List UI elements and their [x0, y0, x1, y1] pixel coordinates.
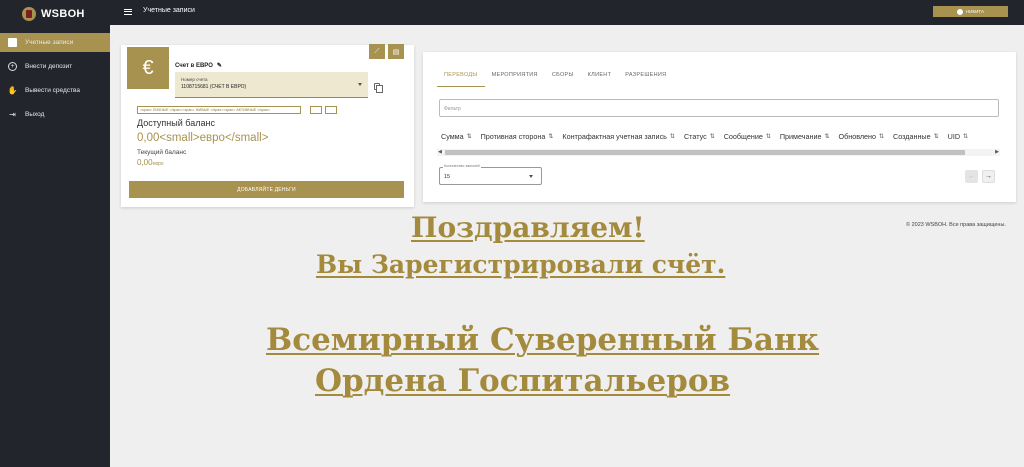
sidebar: WSBOH Учетные записи + Внести депозит ✋ …	[0, 0, 110, 467]
current-balance-label: Текущий баланс	[137, 149, 187, 156]
chevron-down-icon	[358, 83, 362, 86]
transactions-panel: ПЕРЕВОДЫ МЕРОПРИЯТИЯ СБОРЫ КЛИЕНТ РАЗРЕШ…	[423, 52, 1016, 202]
user-menu-button[interactable]: НИКИТА	[933, 6, 1008, 17]
congrats-heading: Поздравляем!	[411, 211, 645, 244]
crest-icon	[22, 7, 36, 21]
previous-page-button[interactable]: ←	[965, 170, 978, 183]
logo[interactable]: WSBOH	[0, 0, 110, 28]
column-header-status[interactable]: Статус ⇅	[684, 132, 715, 141]
sidebar-item-accounts[interactable]: Учетные записи	[0, 33, 110, 52]
account-tags: <span> ЛИЧНЫЕ </span><span> ЖИВЫЕ </span…	[137, 106, 301, 114]
tab-fees[interactable]: СБОРЫ	[545, 70, 581, 87]
sort-icon: ⇅	[933, 134, 939, 140]
sort-icon: ⇅	[765, 134, 771, 140]
column-header-note[interactable]: Примечание ⇅	[780, 132, 830, 141]
copy-icon[interactable]	[374, 83, 383, 93]
id-card-icon	[8, 38, 17, 47]
account-title: Счет в ЕВРО ✎	[175, 62, 222, 69]
trend-icon: ⟋	[374, 47, 380, 55]
column-label: Контрафактная учетная запись	[562, 132, 667, 141]
sidebar-item-logout[interactable]: ⇥ Выход	[0, 104, 110, 124]
bank-name-line2: Ордена Госпитальеров	[315, 363, 731, 399]
column-header-amount[interactable]: Сумма ⇅	[441, 132, 472, 141]
footer-copyright: © 2023 WSBOH. Все права защищены.	[906, 222, 1006, 228]
filter-input[interactable]: Фильтр	[439, 99, 999, 117]
page-size-label: Количество записей	[443, 164, 481, 168]
plus-circle-icon: +	[8, 61, 17, 71]
euro-icon: €	[127, 47, 169, 89]
registered-heading: Вы Зарегистрировали счёт.	[316, 250, 726, 279]
column-label: Статус	[683, 132, 707, 141]
next-page-button[interactable]: →	[982, 170, 995, 183]
arrow-left-icon: ←	[968, 173, 975, 180]
statement-button[interactable]: ▤	[388, 44, 404, 59]
sidebar-item-label: Вывести средства	[25, 86, 81, 94]
sidebar-item-label: Выход	[25, 110, 45, 118]
menu-icon[interactable]	[124, 9, 132, 15]
sort-icon: ⇅	[669, 134, 675, 140]
bank-name-line1: Всемирный Суверенный Банк	[266, 322, 820, 358]
tab-client[interactable]: КЛИЕНТ	[581, 70, 619, 87]
horizontal-scrollbar[interactable]: ◀ ▶	[437, 149, 1000, 156]
sidebar-item-withdraw[interactable]: ✋ Вывести средства	[0, 80, 110, 100]
add-money-button[interactable]: ДОБАВЛЯЙТЕ ДЕНЬГИ	[129, 181, 404, 198]
column-header-counterparty[interactable]: Противная сторона ⇅	[481, 132, 554, 141]
account-number-label: Номер счета	[181, 77, 208, 82]
current-balance-amount: 0,00	[137, 158, 153, 167]
sort-icon: ⇅	[548, 134, 554, 140]
user-icon	[957, 8, 964, 15]
account-title-text: Счет в ЕВРО	[175, 63, 213, 69]
document-icon: ▤	[392, 48, 400, 56]
tab-bar: ПЕРЕВОДЫ МЕРОПРИЯТИЯ СБОРЫ КЛИЕНТ РАЗРЕШ…	[437, 70, 673, 87]
user-name: НИКИТА	[966, 9, 984, 14]
sidebar-item-deposit[interactable]: + Внести депозит	[0, 56, 110, 76]
logout-icon: ⇥	[9, 109, 16, 119]
sidebar-item-label: Внести депозит	[25, 62, 73, 70]
column-header-message[interactable]: Сообщение ⇅	[724, 132, 771, 141]
column-label: Сумма	[441, 132, 464, 141]
scroll-left-icon[interactable]: ◀	[438, 149, 442, 156]
sort-icon: ⇅	[466, 134, 472, 140]
column-label: Сообщение	[723, 132, 763, 141]
tag-toggle-2[interactable]	[325, 106, 337, 114]
column-label: Примечание	[779, 132, 822, 141]
column-label: Обновлено	[838, 132, 877, 141]
pencil-icon[interactable]: ✎	[217, 63, 222, 69]
current-balance-value: 0,00евро	[137, 158, 164, 167]
sort-icon: ⇅	[879, 134, 885, 140]
tab-transfers[interactable]: ПЕРЕВОДЫ	[437, 70, 485, 87]
page-title: Учетные записи	[143, 7, 195, 14]
chevron-down-icon	[529, 175, 533, 178]
account-number-value: 1108715681 (СЧЕТ В ЕВРО)	[181, 84, 247, 90]
scroll-right-icon[interactable]: ▶	[995, 149, 999, 156]
column-header-counter-account[interactable]: Контрафактная учетная запись ⇅	[562, 132, 675, 141]
sidebar-item-label: Учетные записи	[25, 39, 74, 46]
chart-button[interactable]: ⟋	[369, 44, 385, 59]
sort-icon: ⇅	[709, 134, 715, 140]
column-label: Противная сторона	[480, 132, 546, 141]
page-size-select[interactable]: Количество записей 15	[439, 164, 542, 185]
available-balance-value: 0,00<small>евро</small>	[137, 132, 269, 144]
topbar: Учетные записи НИКИТА	[110, 0, 1024, 25]
sort-icon: ⇅	[824, 134, 830, 140]
tag-toggle-1[interactable]	[310, 106, 322, 114]
current-balance-unit: евро	[152, 161, 164, 167]
account-number-select[interactable]: Номер счета 1108715681 (СЧЕТ В ЕВРО)	[175, 72, 368, 98]
column-label: Созданные	[893, 132, 931, 141]
tab-permissions[interactable]: РАЗРЕШЕНИЯ	[618, 70, 673, 87]
scrollbar-thumb[interactable]	[445, 150, 965, 155]
page-size-value: 15	[444, 174, 451, 180]
column-label: UID	[947, 132, 961, 141]
column-header-uid[interactable]: UID ⇅	[948, 132, 968, 141]
column-header-updated[interactable]: Обновлено ⇅	[839, 132, 885, 141]
logo-text: WSBOH	[41, 8, 85, 20]
arrow-right-icon: →	[985, 173, 992, 180]
account-card: € Счет в ЕВРО ✎ ⟋ ▤ Номер счета 110871568…	[121, 44, 414, 207]
tab-events[interactable]: МЕРОПРИЯТИЯ	[485, 70, 545, 87]
available-balance-label: Доступный баланс	[137, 118, 215, 128]
hand-coin-icon: ✋	[7, 85, 18, 95]
table-header: Сумма ⇅ Противная сторона ⇅ Контрафактная …	[441, 132, 968, 141]
sort-icon: ⇅	[963, 134, 969, 140]
column-header-created[interactable]: Созданные ⇅	[893, 132, 939, 141]
